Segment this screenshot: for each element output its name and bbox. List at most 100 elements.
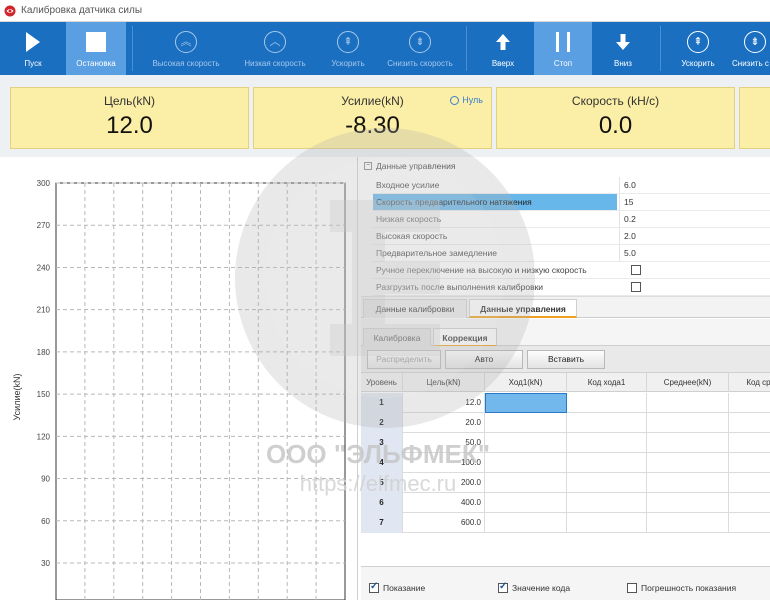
control-row[interactable]: Предварительное замедление 5.0 (373, 245, 770, 262)
grid-cell[interactable] (567, 413, 647, 433)
tab-control-data[interactable]: Данные управления (469, 299, 577, 318)
row-level: 3 (361, 433, 403, 453)
grid-cell[interactable] (485, 513, 567, 533)
control-row-value[interactable]: 15 (619, 194, 770, 210)
insert-button[interactable]: Вставить (527, 350, 605, 369)
tab-calibration-data[interactable]: Данные калибровки (363, 299, 467, 318)
grid-cell[interactable] (647, 493, 729, 513)
grid-cell[interactable] (729, 513, 770, 533)
distribute-button[interactable]: Распределить (367, 350, 441, 369)
decelerate-2-button[interactable]: ⇟ Снизить с (730, 22, 770, 75)
grid-cell[interactable] (567, 493, 647, 513)
grid-cell[interactable] (567, 433, 647, 453)
grid-header: Уровень Цель(kN) Ход1(kN) Код хода1 Среднее(… (361, 373, 770, 392)
grid-cell[interactable] (567, 473, 647, 493)
control-data-group: − Данные управления Входное усилие 6.0 Ско… (361, 157, 770, 297)
correction-buttons: Распределить Авто Вставить (361, 346, 770, 372)
control-row-value[interactable]: 5.0 (619, 245, 770, 261)
app-logo-icon (4, 5, 16, 17)
grid-cell[interactable] (729, 493, 770, 513)
control-row-name: Ручное переключение на высокую и низкую … (376, 265, 587, 275)
grid-cell[interactable] (485, 453, 567, 473)
row-target[interactable]: 400.0 (403, 493, 485, 513)
show-reading-checkbox[interactable] (369, 581, 379, 593)
grid-cell[interactable] (567, 453, 647, 473)
grid-cell[interactable] (567, 393, 647, 413)
code-value-option[interactable]: Значение кода (498, 581, 570, 593)
speed-card: Скорость (kH/c) 0.0 (496, 87, 735, 149)
show-reading-option[interactable]: Показание (369, 581, 425, 593)
down-button[interactable]: Вниз (592, 22, 654, 75)
zero-button[interactable]: Нуль (450, 95, 483, 105)
grid-column-header[interactable]: Ход1(kN) (485, 373, 567, 392)
grid-body: 1 12.0 2 20.0 3 50.0 4 100.0 5 200.0 6 400.0 7 600.0 (361, 393, 770, 533)
grid-cell[interactable] (647, 513, 729, 533)
correction-grid: Уровень Цель(kN) Ход1(kN) Код хода1 Среднее(… (361, 372, 770, 566)
row-target[interactable]: 12.0 (403, 393, 485, 413)
y-tick-label: 120 (37, 432, 51, 441)
control-data-header[interactable]: − Данные управления (364, 161, 455, 171)
stop-motion-button[interactable]: Остановка (66, 22, 126, 75)
reading-error-option[interactable]: Погрешность показания (627, 583, 736, 593)
grid-cell[interactable] (485, 493, 567, 513)
tab-correction[interactable]: Коррекция (433, 328, 497, 347)
grid-cell[interactable] (567, 513, 647, 533)
control-row-checkbox[interactable] (631, 265, 641, 275)
play-icon (19, 28, 47, 56)
grid-column-header[interactable]: Уровень (361, 373, 403, 392)
grid-cell[interactable] (647, 473, 729, 493)
table-row: 2 20.0 (361, 413, 770, 433)
control-row-checkbox[interactable] (631, 282, 641, 292)
code-value-checkbox[interactable] (498, 581, 508, 593)
control-row[interactable]: Низкая скорость 0.2 (373, 211, 770, 228)
grid-cell[interactable] (485, 473, 567, 493)
control-row-value[interactable]: 2.0 (619, 228, 770, 244)
control-row[interactable]: Ручное переключение на высокую и низкую … (373, 262, 770, 279)
control-row[interactable]: Скорость предварительного натяжения 15 (373, 194, 770, 211)
low-speed-button[interactable]: ︿ Низкая скорость (232, 22, 318, 75)
grid-column-header[interactable]: Среднее(kN) (647, 373, 729, 392)
grid-cell[interactable] (647, 453, 729, 473)
chevron-up-icon: ︿ (261, 28, 289, 56)
grid-cell[interactable] (729, 453, 770, 473)
row-target[interactable]: 20.0 (403, 413, 485, 433)
control-row-value[interactable]: 6.0 (619, 177, 770, 193)
zero-ring-icon (450, 95, 460, 105)
calibration-window: Калибровка датчика силы Пуск Остановка ︽… (0, 0, 770, 600)
y-tick-label: 270 (37, 221, 51, 230)
grid-column-header[interactable]: Код хода1 (567, 373, 647, 392)
accelerate-2-button[interactable]: ⇞ Ускорить (666, 22, 730, 75)
control-row[interactable]: Разгрузить после выполнения калибровки (373, 279, 770, 296)
stop-button[interactable]: Стоп (534, 22, 592, 75)
reading-error-checkbox[interactable] (627, 583, 637, 593)
grid-column-header[interactable]: Код ср (729, 373, 770, 392)
decelerate-button[interactable]: ⇟ Снизить скорость (378, 22, 462, 75)
accelerate-button[interactable]: ⇞ Ускорить (318, 22, 378, 75)
high-speed-button[interactable]: ︽ Высокая скорость (140, 22, 232, 75)
row-target[interactable]: 600.0 (403, 513, 485, 533)
grid-cell[interactable] (647, 433, 729, 453)
tab-calibration[interactable]: Калибровка (363, 328, 431, 347)
grid-cell[interactable] (485, 433, 567, 453)
row-target[interactable]: 200.0 (403, 473, 485, 493)
speed-title: Скорость (kH/c) (571, 94, 660, 108)
grid-cell[interactable] (729, 393, 770, 413)
grid-column-header[interactable]: Цель(kN) (403, 373, 485, 392)
grid-cell[interactable] (485, 413, 567, 433)
start-button[interactable]: Пуск (0, 22, 66, 75)
control-row[interactable]: Высокая скорость 2.0 (373, 228, 770, 245)
up-button[interactable]: Вверх (472, 22, 534, 75)
row-target[interactable]: 50.0 (403, 433, 485, 453)
auto-button[interactable]: Авто (445, 350, 523, 369)
grid-cell[interactable] (647, 413, 729, 433)
row-target[interactable]: 100.0 (403, 453, 485, 473)
grid-cell[interactable] (729, 413, 770, 433)
control-row-value[interactable]: 0.2 (619, 211, 770, 227)
grid-cell[interactable] (485, 393, 567, 413)
collapse-icon: − (364, 162, 372, 170)
row-level: 6 (361, 493, 403, 513)
grid-cell[interactable] (729, 433, 770, 453)
grid-cell[interactable] (647, 393, 729, 413)
control-row[interactable]: Входное усилие 6.0 (373, 177, 770, 194)
grid-cell[interactable] (729, 473, 770, 493)
